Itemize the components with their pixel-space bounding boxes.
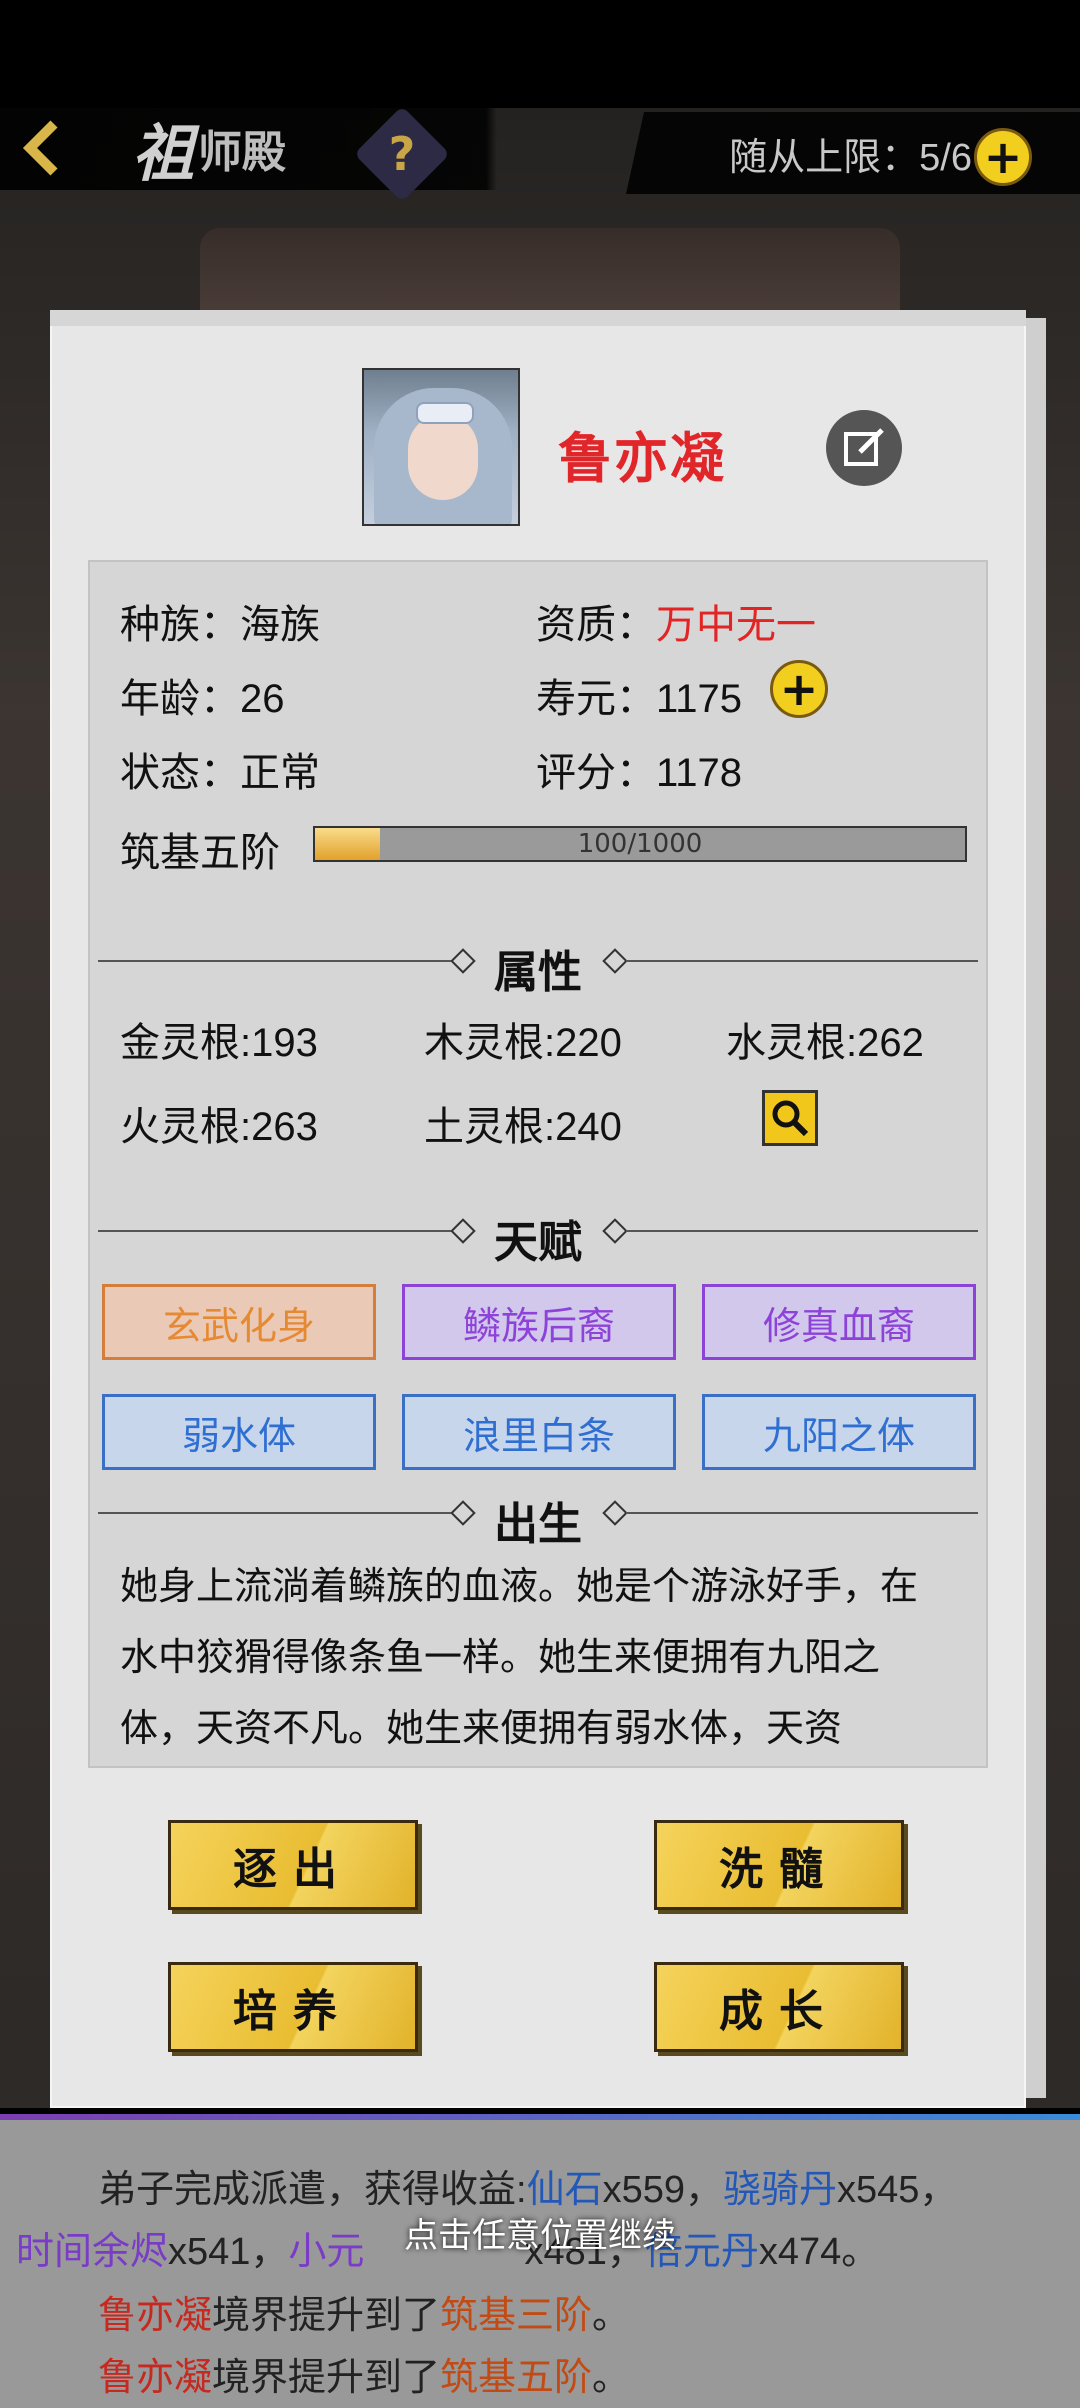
earth-root: 土灵根:240 [424,1105,622,1149]
plus-icon: + [779,662,819,716]
log-text: 境界提升到了 [212,2295,441,2337]
log-name: 鲁亦凝 [98,2295,213,2337]
edit-icon [844,428,884,466]
metal-root: 金灵根:193 [120,1021,318,1065]
add-lifespan-button[interactable]: + [770,660,828,718]
status-label: 状态： [120,751,240,795]
aptitude-row: 资质：万中无一 [536,592,816,650]
search-icon [772,1100,809,1137]
card-top-edge [50,310,1026,326]
log-line-1: 弟子完成派遣，获得收益:仙石x559，骁骑丹x545， [98,2158,957,2213]
page-title-small: 师殿 [198,128,287,177]
log-realm: 筑基五阶 [440,2357,593,2399]
edit-name-button[interactable] [826,410,902,486]
tap-to-continue-hint[interactable]: 点击任意位置继续 [0,2208,1080,2257]
log-line-4: 鲁亦凝境界提升到了筑基五阶。 [98,2346,630,2401]
talent-badge[interactable]: 九阳之体 [702,1394,976,1470]
log-top-border [0,2114,1080,2120]
age-label: 年龄： [120,677,240,721]
talent-badge[interactable]: 浪里白条 [402,1394,676,1470]
talents-title: 天赋 [494,1218,582,1267]
portrait-crown [416,402,474,424]
birth-header: 出生 [98,1488,978,1549]
log-text: 。 [592,2295,631,2337]
score-value: 1178 [656,751,743,795]
help-button[interactable]: ? [353,105,451,203]
divider-line [626,1512,978,1514]
log-realm: 筑基三阶 [440,2295,593,2337]
race-row: 种族：海族 [120,592,320,650]
log-text: 弟子完成派遣，获得收益: [98,2169,527,2211]
status-row: 状态：正常 [120,740,320,798]
log-text: 境界提升到了 [212,2357,441,2399]
divider-line [626,1230,978,1232]
grow-button[interactable]: 成长 [654,1962,904,2052]
aptitude-value: 万中无一 [656,603,816,647]
log-name: 鲁亦凝 [98,2357,213,2399]
talent-badge[interactable]: 玄武化身 [102,1284,376,1360]
cultivate-button[interactable]: 培养 [168,1962,418,2052]
log-item: 骁骑丹 [722,2169,837,2211]
page-title-big: 祖 [132,120,195,189]
cleanse-button[interactable]: 洗髓 [654,1820,904,1910]
talent-badge[interactable]: 弱水体 [102,1394,376,1470]
portrait-face [408,414,478,500]
follower-limit-label: 随从上限：5/6 [729,136,972,179]
talents-header: 天赋 [98,1206,978,1267]
realm-label: 筑基五阶 [120,831,280,875]
divider-line [626,960,978,962]
character-portrait [362,368,520,526]
age-row: 年龄：26 [120,666,285,724]
lifespan-value: 1175 [656,677,743,721]
age-value: 26 [240,677,285,721]
talent-badge[interactable]: 修真血裔 [702,1284,976,1360]
lifespan-label: 寿元： [536,677,656,721]
log-text: x545， [837,2169,958,2211]
attribute-detail-button[interactable] [762,1090,818,1146]
score-label: 评分： [536,751,656,795]
log-item: 仙石 [526,2169,603,2211]
exp-progress-label: 100/1000 [577,829,703,859]
lifespan-row: 寿元：1175 [536,666,742,724]
exp-progress-bar: 100/1000 [313,826,967,862]
status-value: 正常 [240,751,320,795]
question-icon: ? [388,127,416,181]
attributes-header: 属性 [98,936,978,997]
log-text: x559， [602,2169,723,2211]
plus-icon: + [983,130,1023,184]
chevron-left-icon [22,120,58,176]
attributes-title: 属性 [494,948,582,997]
talent-badge[interactable]: 鳞族后裔 [402,1284,676,1360]
character-name: 鲁亦凝 [558,429,726,489]
log-line-3: 鲁亦凝境界提升到了筑基三阶。 [98,2284,630,2339]
add-follower-limit-button[interactable]: + [974,128,1032,186]
expel-button[interactable]: 逐出 [168,1820,418,1910]
birth-title: 出生 [494,1500,582,1549]
wood-root: 木灵根:220 [424,1021,622,1065]
aptitude-label: 资质： [536,603,656,647]
back-button[interactable] [14,116,70,180]
race-label: 种族： [120,603,240,647]
fire-root: 火灵根:263 [120,1105,318,1149]
score-row: 评分：1178 [536,740,742,798]
race-value: 海族 [240,603,320,647]
water-root: 水灵根:262 [726,1021,924,1065]
page-title: 祖 师殿 [132,112,287,189]
log-text: 。 [592,2357,631,2399]
birth-description[interactable]: 她身上流淌着鳞族的血液。她是个游泳好手，在水中狡猾得像条鱼一样。她生来便拥有九阳… [120,1552,950,1764]
